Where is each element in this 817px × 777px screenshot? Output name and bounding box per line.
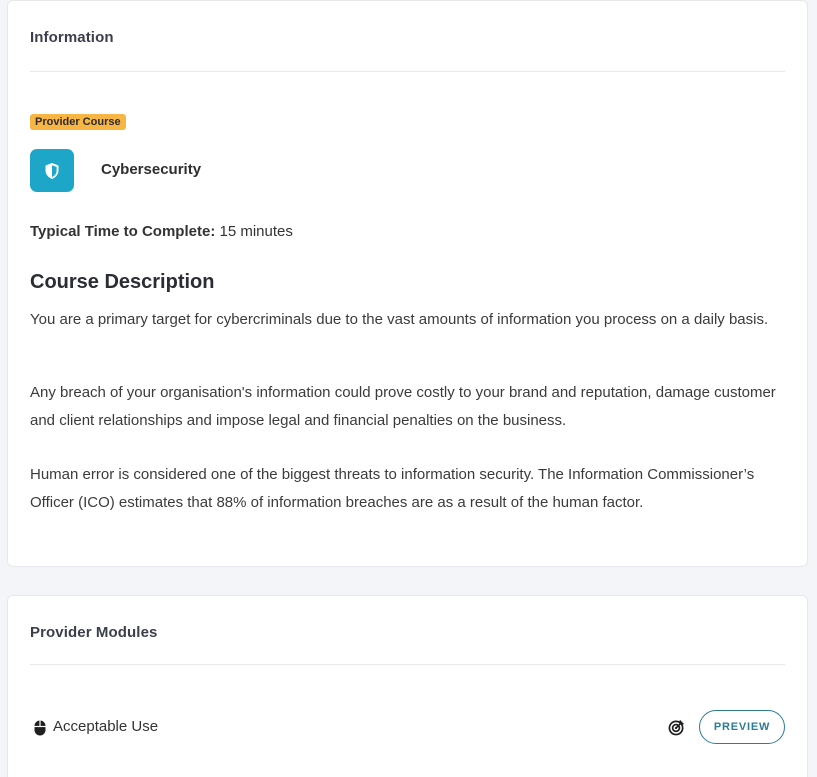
typical-time-label: Typical Time to Complete: (30, 223, 216, 240)
module-name: Acceptable Use (53, 718, 159, 735)
information-card: Information Provider Course Cybersecurit… (7, 0, 808, 567)
divider (30, 71, 785, 72)
course-description-heading: Course Description (30, 271, 215, 293)
course-name: Cybersecurity (101, 161, 202, 178)
information-title: Information (30, 29, 114, 46)
provider-modules-title: Provider Modules (30, 624, 158, 641)
mouse-icon (34, 720, 46, 736)
shield-icon (45, 162, 59, 179)
description-paragraph: Any breach of your organisation's inform… (30, 384, 776, 429)
divider (30, 664, 785, 665)
course-icon-tile (30, 149, 74, 192)
provider-course-badge: Provider Course (30, 114, 126, 130)
provider-modules-card: Provider Modules Acceptable Use PREVIEW (7, 595, 808, 777)
preview-button[interactable]: PREVIEW (699, 710, 785, 744)
typical-time-row: Typical Time to Complete: 15 minutes (30, 223, 293, 240)
module-row: Acceptable Use PREVIEW (30, 709, 785, 747)
description-paragraph: Human error is considered one of the big… (30, 466, 755, 511)
typical-time-value: 15 minutes (219, 223, 293, 240)
target-icon (668, 720, 684, 736)
description-paragraph: You are a primary target for cybercrimin… (30, 311, 769, 328)
